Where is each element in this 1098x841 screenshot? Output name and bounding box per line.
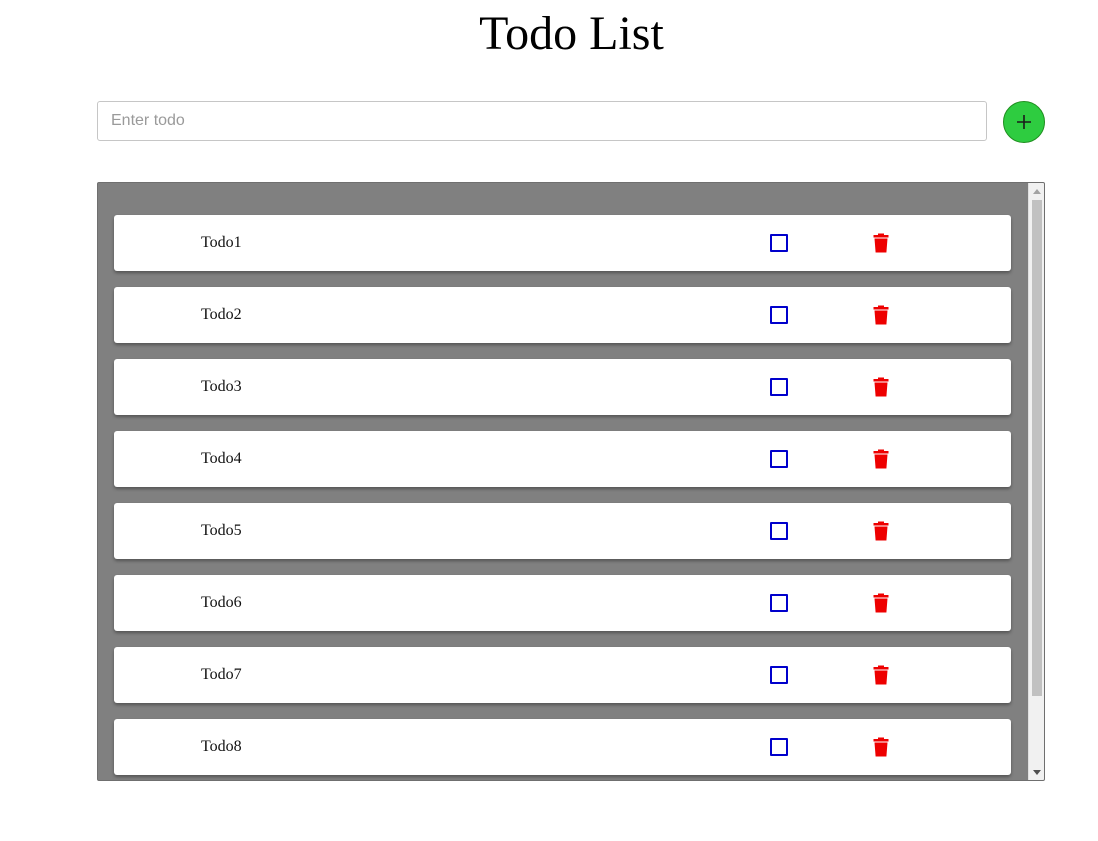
todo-label: Todo1 [201, 234, 242, 251]
trash-icon [873, 449, 889, 469]
scrollbar-thumb[interactable] [1032, 200, 1042, 696]
trash-icon [873, 593, 889, 613]
checkbox-icon[interactable] [770, 594, 788, 612]
todo-label: Todo8 [201, 738, 242, 755]
checkbox-icon[interactable] [770, 450, 788, 468]
list-item: Todo3 [114, 359, 1011, 415]
checkbox-icon[interactable] [770, 522, 788, 540]
todo-label: Todo5 [201, 522, 242, 539]
delete-button[interactable] [873, 593, 889, 613]
trash-icon [873, 377, 889, 397]
todo-list: Todo1 Todo2 Todo3 Todo4 Todo5 Todo6 Todo… [114, 215, 1011, 780]
checkbox-icon[interactable] [770, 378, 788, 396]
delete-button[interactable] [873, 233, 889, 253]
delete-button[interactable] [873, 737, 889, 757]
page-title: Todo List [479, 7, 664, 60]
todo-input[interactable] [97, 101, 987, 141]
plus-icon [1017, 115, 1031, 129]
delete-button[interactable] [873, 377, 889, 397]
checkbox-icon[interactable] [770, 306, 788, 324]
todo-label: Todo4 [201, 450, 242, 467]
scroll-up-arrow-icon[interactable] [1029, 183, 1044, 199]
list-item: Todo4 [114, 431, 1011, 487]
trash-icon [873, 233, 889, 253]
list-item: Todo2 [114, 287, 1011, 343]
todo-label: Todo7 [201, 666, 242, 683]
list-item: Todo5 [114, 503, 1011, 559]
list-item: Todo6 [114, 575, 1011, 631]
todo-label: Todo2 [201, 306, 242, 323]
list-item: Todo7 [114, 647, 1011, 703]
trash-icon [873, 665, 889, 685]
list-scrollbar[interactable] [1028, 183, 1044, 780]
trash-icon [873, 521, 889, 541]
checkbox-icon[interactable] [770, 738, 788, 756]
checkbox-icon[interactable] [770, 666, 788, 684]
add-todo-button[interactable] [1003, 101, 1045, 143]
trash-icon [873, 737, 889, 757]
delete-button[interactable] [873, 449, 889, 469]
list-item: Todo1 [114, 215, 1011, 271]
trash-icon [873, 305, 889, 325]
delete-button[interactable] [873, 665, 889, 685]
todo-label: Todo6 [201, 594, 242, 611]
delete-button[interactable] [873, 305, 889, 325]
list-item: Todo8 [114, 719, 1011, 775]
todo-label: Todo3 [201, 378, 242, 395]
scroll-down-arrow-icon[interactable] [1029, 764, 1044, 780]
checkbox-icon[interactable] [770, 234, 788, 252]
delete-button[interactable] [873, 521, 889, 541]
todo-list-panel: Todo1 Todo2 Todo3 Todo4 Todo5 Todo6 Todo… [97, 182, 1045, 781]
